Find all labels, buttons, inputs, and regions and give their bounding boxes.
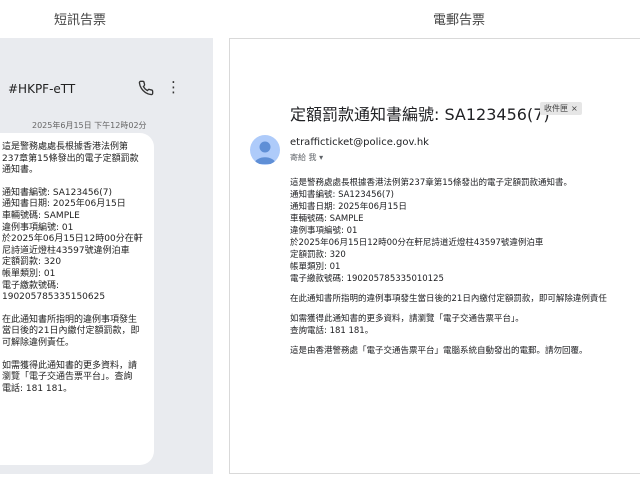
sms-text-line: 電話: 181 181。 — [2, 383, 73, 394]
email-view: 定額罰款通知書編號: SA123456(7) 收件匣 × etraffictick… — [229, 38, 640, 474]
recipient-dropdown[interactable]: 寄給 我 ▾ — [290, 152, 323, 163]
email-body-line: 在此通知書所指明的違例事項發生當日後的21日內繳付定額罰款，即可解除違例責任 — [290, 294, 607, 304]
sms-text-line: 電子繳款號碼: — [2, 280, 60, 291]
email-column-title: 電郵告票 — [433, 13, 486, 28]
sms-text-line: 於2025年06月15日12時00分在軒 — [2, 234, 143, 245]
email-body-line: 定額罰款: 320 — [290, 250, 346, 260]
email-body: 這是警務處處長根據香港法例第237章第15條發出的電子定額罰款通知書。 通知書編號… — [290, 177, 640, 357]
sms-text-line: 違例事項編號: 01 — [2, 222, 74, 233]
phone-icon[interactable] — [138, 80, 154, 96]
sms-column-title: 短訊告票 — [54, 13, 107, 28]
sms-text-line: 在此通知書所指明的違例事項發生 — [2, 314, 138, 325]
email-subject: 定額罰款通知書編號: SA123456(7) — [290, 105, 550, 124]
sms-text-line: 車輛號碼: SAMPLE — [2, 210, 80, 221]
sms-text-line: 190205785335150625 — [2, 292, 106, 303]
email-body-line: 違例事項編號: 01 — [290, 226, 358, 236]
sms-text-line: 定額罰款: 320 — [2, 257, 62, 268]
sms-text-line — [2, 177, 146, 188]
sender-avatar — [250, 135, 280, 165]
email-body-line: 帳單類別: 01 — [290, 262, 341, 272]
sms-text-line: 237章第15條發出的電子定額罰款 — [2, 153, 139, 164]
sms-text-line: 通知書。 — [2, 165, 39, 176]
sms-header: #HKPF-eTT ⋮ — [0, 38, 213, 104]
sms-text-line: 通知書編號: SA123456(7) — [2, 187, 113, 198]
sms-text-line: 尼詩道近燈柱43597號違例泊車 — [2, 245, 130, 256]
sms-sender-name: #HKPF-eTT — [8, 82, 76, 96]
more-vert-icon[interactable]: ⋮ — [166, 79, 181, 95]
sender-email: etrafficticket@police.gov.hk — [290, 137, 429, 148]
sms-text-line: 帳單類別: 01 — [2, 268, 56, 279]
sms-text-line: 如需獲得此通知書的更多資料，請 — [2, 360, 138, 371]
email-body-line: 通知書日期: 2025年06月15日 — [290, 202, 407, 212]
email-body-line: 通知書編號: SA123456(7) — [290, 190, 394, 200]
email-body-line: 這是警務處處長根據香港法例第237章第15條發出的電子定額罰款通知書。 — [290, 178, 573, 188]
email-body-line — [290, 305, 640, 313]
sms-timestamp: 2025年6月15日 下午12時02分 — [32, 121, 147, 130]
email-body-line: 車輛號碼: SAMPLE — [290, 214, 364, 224]
sms-text-line — [2, 350, 146, 361]
email-body-line — [290, 285, 640, 293]
sms-message-bubble: 這是警務處處長根據香港法例第 237章第15條發出的電子定額罰款 通知書。通知書編號… — [0, 133, 154, 465]
email-body-line: 查詢電話: 181 181。 — [290, 326, 374, 336]
sms-screen: #HKPF-eTT ⋮ 2025年6月15日 下午12時02分 這是警務處處長根… — [0, 38, 213, 474]
inbox-label-chip[interactable]: 收件匣 × — [540, 102, 582, 115]
inbox-label-text: 收件匣 — [544, 104, 568, 113]
sms-text-line: 通知書日期: 2025年06月15日 — [2, 199, 126, 210]
email-body-line: 電子繳款號碼: 190205785335010125 — [290, 274, 444, 284]
email-body-line — [290, 337, 640, 345]
sms-text-line: 可解除違例責任。 — [2, 337, 75, 348]
email-body-line: 如需獲得此通知書的更多資料，請瀏覽「電子交通告票平台」。 — [290, 314, 524, 324]
sms-text-line: 瀏覽「電子交通告票平台」。查詢 — [2, 372, 133, 383]
sms-text-line: 當日後的21日內繳付定額罰款，即 — [2, 326, 140, 337]
remove-label-icon[interactable]: × — [571, 104, 578, 113]
sms-text-line — [2, 304, 146, 315]
sms-text-line: 這是警務處處長根據香港法例第 — [2, 142, 129, 152]
email-body-line: 於2025年06月15日12時00分在軒尼詩道近燈柱43597號違例泊車 — [290, 238, 544, 248]
person-icon — [254, 141, 276, 164]
email-body-line: 這是由香港警務處「電子交通告票平台」電腦系統自動發出的電郵。請勿回覆。 — [290, 346, 588, 356]
